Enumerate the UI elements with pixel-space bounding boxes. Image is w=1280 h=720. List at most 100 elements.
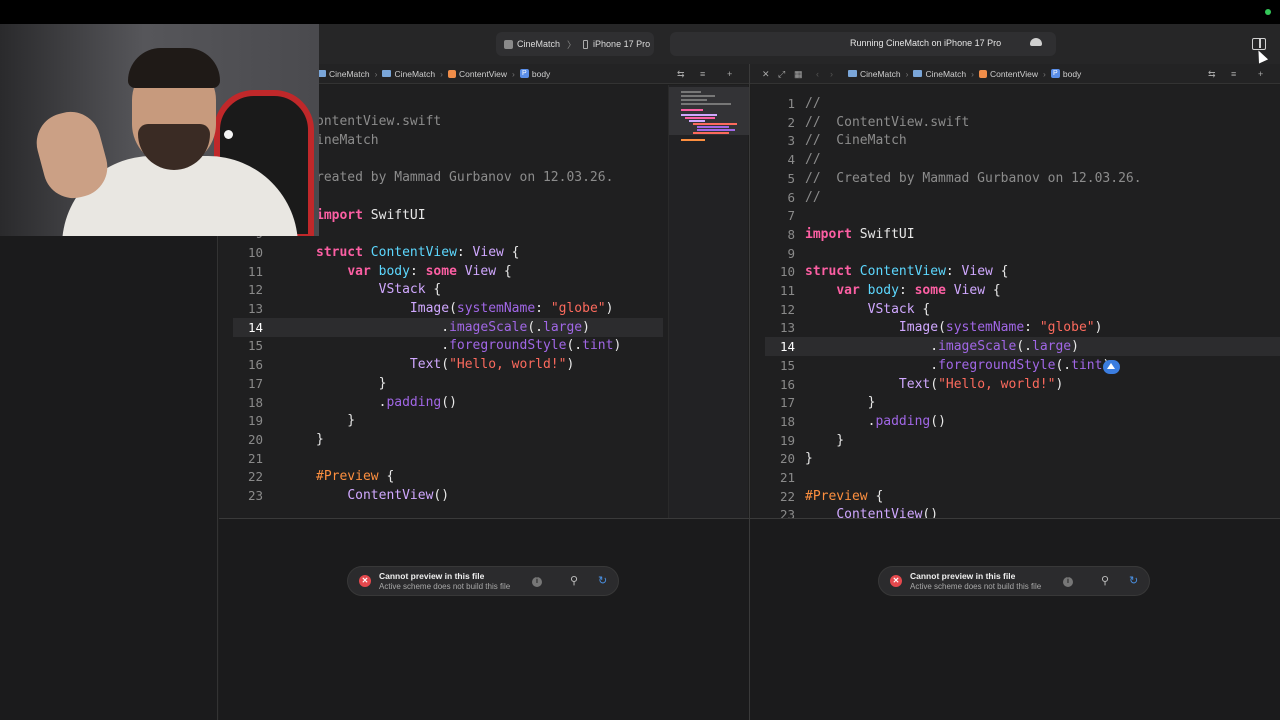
- jump-crumb-file[interactable]: ContentView: [447, 69, 507, 79]
- code-line[interactable]: 19 }: [219, 411, 668, 430]
- code-line[interactable]: 23 ContentView(): [219, 486, 668, 505]
- code-line[interactable]: 3 // CineMatch: [751, 131, 1280, 150]
- refresh-icon[interactable]: ↻: [598, 574, 607, 587]
- code-line[interactable]: 13 Image(systemName: "globe"): [219, 299, 668, 318]
- code-line[interactable]: 14 .imageScale(.large): [219, 318, 668, 337]
- code-line[interactable]: 15 .foregroundStyle(.tint): [751, 356, 1280, 375]
- code-line[interactable]: 5 // Created by Mammad Gurbanov on 12.03.…: [751, 169, 1280, 188]
- jump-crumb-symbol[interactable]: Pbody: [519, 69, 550, 79]
- right-code-editor[interactable]: 1 // 2 // ContentView.swift 3 // CineMatch 4 //…: [751, 85, 1280, 518]
- line-number: 5: [787, 170, 795, 186]
- code-line[interactable]: 21: [219, 449, 668, 468]
- code-line[interactable]: 15 .foregroundStyle(.tint): [219, 336, 668, 355]
- code-text: VStack {: [867, 301, 931, 317]
- line-number: 22: [247, 469, 263, 485]
- related-items-icon[interactable]: ⇆: [1208, 69, 1216, 80]
- code-line[interactable]: 19 }: [751, 431, 1280, 450]
- minimap[interactable]: [668, 85, 749, 518]
- expand-icon[interactable]: ⤢: [778, 69, 785, 80]
- line-number: 20: [247, 431, 263, 447]
- code-line[interactable]: 23 ContentView(): [751, 505, 1280, 518]
- minimap-line: [681, 114, 717, 116]
- code-line[interactable]: 18 .padding(): [219, 393, 668, 412]
- activity-view: Running CineMatch on iPhone 17 Pro: [670, 32, 1056, 56]
- line-number: 18: [779, 413, 795, 429]
- add-editor-icon[interactable]: +: [1258, 69, 1263, 79]
- scheme-selector[interactable]: CineMatch 〉 iPhone 17 Pro: [496, 32, 654, 56]
- pin-icon[interactable]: ⚲: [1101, 574, 1109, 587]
- menu-bar: [0, 0, 1280, 24]
- code-line[interactable]: 4 //: [751, 150, 1280, 169]
- code-line[interactable]: 9: [751, 244, 1280, 263]
- minimap-line: [681, 103, 731, 105]
- recording-indicator-icon: [1265, 9, 1271, 15]
- jump-crumb-project[interactable]: CineMatch: [848, 69, 901, 79]
- code-line[interactable]: 14 .imageScale(.large): [751, 337, 1280, 356]
- editor-options-icon[interactable]: ≡: [1231, 69, 1236, 79]
- jump-crumb-group[interactable]: CineMatch: [382, 69, 435, 79]
- code-text: .padding(): [316, 394, 457, 410]
- swift-file-icon: [447, 69, 456, 78]
- line-number: 12: [247, 282, 263, 298]
- code-text: }: [316, 413, 356, 429]
- jump-crumb-symbol[interactable]: Pbody: [1050, 69, 1081, 79]
- code-line[interactable]: 7: [751, 206, 1280, 225]
- code-line[interactable]: 8 import SwiftUI: [751, 225, 1280, 244]
- code-line[interactable]: 22 #Preview {: [219, 467, 668, 486]
- code-text: // CineMatch: [805, 133, 907, 149]
- line-number: 2: [787, 114, 795, 130]
- jump-crumb-project[interactable]: CineMatch: [317, 69, 370, 79]
- code-line[interactable]: 11 var body: some View {: [219, 262, 668, 281]
- code-line[interactable]: 21: [751, 468, 1280, 487]
- chevron-right-icon: ›: [512, 68, 515, 79]
- jump-crumb-file[interactable]: ContentView: [978, 69, 1038, 79]
- code-line[interactable]: 20}: [219, 430, 668, 449]
- refresh-icon[interactable]: ↻: [1129, 574, 1138, 587]
- related-items-icon[interactable]: ⇆: [677, 69, 685, 80]
- info-icon[interactable]: i: [1063, 577, 1073, 587]
- code-line[interactable]: 12 VStack {: [219, 280, 668, 299]
- minimap-line: [693, 123, 737, 125]
- add-editor-icon[interactable]: +: [727, 69, 732, 79]
- code-line[interactable]: 10 struct ContentView: View {: [751, 262, 1280, 281]
- code-line[interactable]: 18 .padding(): [751, 412, 1280, 431]
- grid-icon[interactable]: ▦: [794, 69, 803, 80]
- info-icon[interactable]: i: [532, 577, 542, 587]
- inspector-icon[interactable]: [1252, 38, 1266, 50]
- chevron-right-icon: ›: [374, 68, 378, 79]
- scheme-separator: 〉: [567, 39, 577, 50]
- close-icon[interactable]: ✕: [762, 69, 770, 80]
- code-line[interactable]: 17 }: [219, 374, 668, 393]
- code-line[interactable]: 2 // ContentView.swift: [751, 113, 1280, 132]
- line-number: 17: [247, 375, 263, 391]
- right-preview-canvas: ✕ Cannot preview in this file Active sch…: [750, 518, 1280, 720]
- editor-options-icon[interactable]: ≡: [700, 69, 705, 79]
- code-line[interactable]: 17 }: [751, 393, 1280, 412]
- code-line[interactable]: 13 Image(systemName: "globe"): [751, 318, 1280, 337]
- code-line[interactable]: 12 VStack {: [751, 300, 1280, 319]
- code-line[interactable]: 22 #Preview {: [751, 487, 1280, 506]
- jump-crumb-group[interactable]: CineMatch: [913, 69, 966, 79]
- line-number: 11: [247, 263, 263, 279]
- code-line[interactable]: 16 Text("Hello, world!"): [219, 355, 668, 374]
- code-text: .imageScale(.large): [316, 319, 590, 335]
- back-icon[interactable]: ‹: [816, 69, 819, 79]
- line-number: 23: [779, 507, 795, 518]
- code-line[interactable]: 16 Text("Hello, world!"): [751, 375, 1280, 394]
- code-line[interactable]: 11 var body: some View {: [751, 281, 1280, 300]
- code-text: //: [805, 152, 821, 168]
- code-line[interactable]: 1 //: [751, 94, 1280, 113]
- code-text: import SwiftUI: [805, 226, 915, 242]
- code-line[interactable]: 10 struct ContentView: View {: [219, 243, 668, 262]
- line-number: 11: [779, 283, 795, 298]
- earbud: [224, 130, 233, 139]
- line-number: 9: [787, 245, 795, 261]
- line-number: 6: [787, 189, 795, 205]
- code-line[interactable]: 20}: [751, 449, 1280, 468]
- forward-icon[interactable]: ›: [830, 69, 833, 79]
- code-line[interactable]: 6 //: [751, 188, 1280, 207]
- line-number: 17: [779, 395, 795, 411]
- drag-handle-icon[interactable]: [1103, 360, 1120, 374]
- pin-icon[interactable]: ⚲: [570, 574, 578, 587]
- line-number: 16: [779, 376, 795, 392]
